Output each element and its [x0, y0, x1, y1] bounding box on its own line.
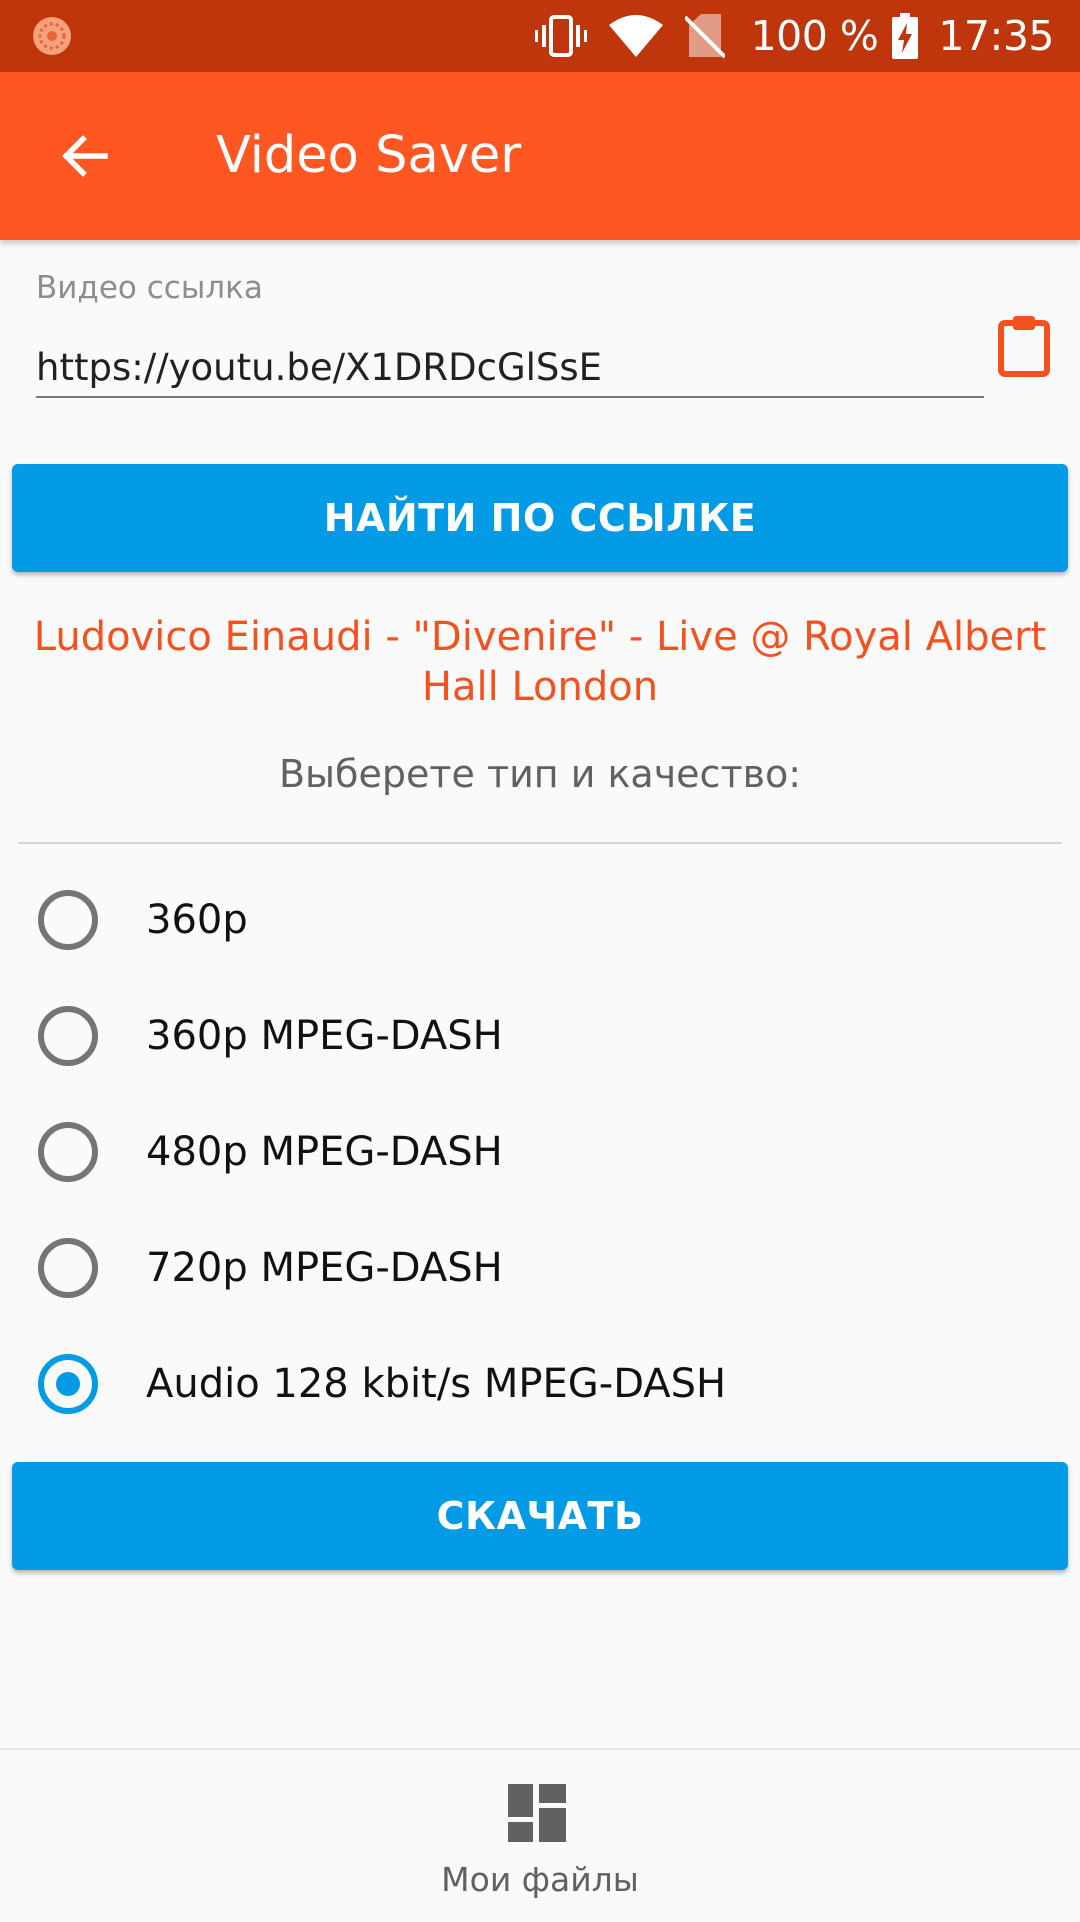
link-field-label: Видео ссылка — [36, 270, 263, 306]
my-files-label: Мои файлы — [441, 1860, 639, 1899]
my-files-tab[interactable]: Мои файлы — [400, 1750, 680, 1922]
app-title: Video Saver — [216, 126, 522, 185]
format-option-360p[interactable]: 360p — [0, 862, 1080, 978]
format-option-480p-dash[interactable]: 480p MPEG-DASH — [0, 1094, 1080, 1210]
format-label: 720p MPEG-DASH — [146, 1245, 503, 1291]
wifi-icon — [608, 15, 663, 57]
divider — [18, 842, 1062, 844]
status-bar: 100 % 17:35 — [0, 0, 1080, 72]
status-icons: 100 % 17:35 — [513, 0, 1054, 72]
radio-button[interactable] — [38, 1006, 98, 1066]
app-bar: Video Saver — [0, 72, 1080, 240]
format-option-720p-dash[interactable]: 720p MPEG-DASH — [0, 1210, 1080, 1326]
format-option-audio-128[interactable]: Audio 128 kbit/s MPEG-DASH — [0, 1326, 1080, 1442]
clock: 17:35 — [938, 12, 1054, 60]
radio-button-selected[interactable] — [38, 1354, 98, 1414]
format-label: 360p — [146, 897, 248, 943]
radio-dot — [56, 1372, 80, 1396]
paste-button[interactable] — [996, 314, 1052, 378]
clipboard-icon — [998, 316, 1050, 377]
notification-app-icon — [33, 17, 71, 55]
choose-quality-label: Выберете тип и качество: — [278, 752, 802, 796]
vibrate-icon — [534, 15, 587, 57]
no-sim-icon — [684, 14, 725, 59]
radio-button[interactable] — [38, 1122, 98, 1182]
dashboard-icon — [508, 1784, 566, 1842]
format-option-360p-dash[interactable]: 360p MPEG-DASH — [0, 978, 1080, 1094]
bottom-nav: Мои файлы — [0, 1748, 1080, 1920]
arrow-back-icon — [62, 135, 108, 177]
format-label: Audio 128 kbit/s MPEG-DASH — [146, 1361, 727, 1407]
battery-charging-icon — [892, 13, 919, 59]
format-label: 360p MPEG-DASH — [146, 1013, 503, 1059]
radio-button[interactable] — [38, 1238, 98, 1298]
link-input[interactable] — [36, 338, 984, 398]
video-title: Ludovico Einaudi - "Divenire" - Live @ R… — [33, 614, 1047, 710]
radio-button[interactable] — [38, 890, 98, 950]
battery-percent: 100 % — [750, 12, 879, 60]
find-by-link-button[interactable]: НАЙТИ ПО ССЫЛКЕ — [12, 464, 1068, 572]
back-button[interactable] — [40, 112, 128, 200]
download-button[interactable]: СКАЧАТЬ — [12, 1462, 1068, 1570]
format-label: 480p MPEG-DASH — [146, 1129, 503, 1175]
